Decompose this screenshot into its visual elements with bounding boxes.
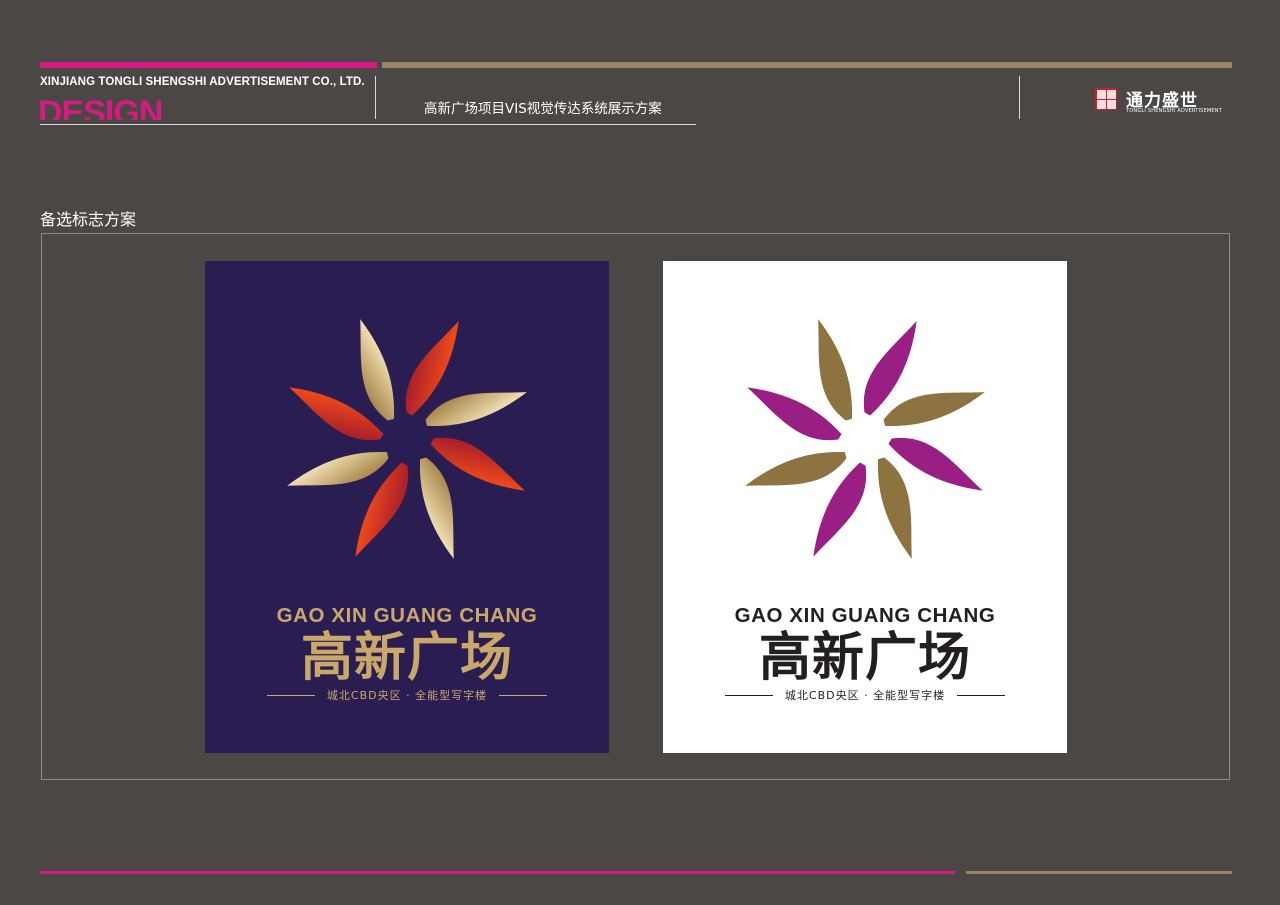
logo-tagline-row: 城北CBD央区 · 全能型写字楼	[725, 687, 1005, 703]
logo-pinyin: GAO XIN GUANG CHANG	[734, 604, 996, 627]
logo-pinyin: GAO XIN GUANG CHANG	[276, 604, 538, 627]
logo-tagline: 城北CBD央区 · 全能型写字楼	[784, 689, 946, 702]
logo-card-dark: GAO XIN GUANG CHANG 高新广场 城北CBD央区 · 全能型写字…	[205, 261, 609, 753]
logo-chinese-name: 高新广场	[758, 628, 971, 688]
design-wordmark: DESIGN	[38, 95, 198, 120]
section-title: 备选标志方案	[40, 210, 137, 229]
header-separator-right	[1019, 76, 1020, 119]
top-accent-bar-magenta	[40, 62, 377, 68]
seal-icon	[1095, 88, 1117, 110]
bottom-accent-bar-magenta	[40, 871, 955, 874]
logo-card-light: GAO XIN GUANG CHANG 高新广场 城北CBD央区 · 全能型写字…	[663, 261, 1067, 753]
company-name: XINJIANG TONGLI SHENGSHI ADVERTISEMENT C…	[40, 76, 365, 88]
project-title: 高新广场项目VIS视觉传达系统展示方案	[424, 101, 662, 117]
tagline-rule-right	[499, 694, 547, 696]
logo-tagline: 城北CBD央区 · 全能型写字楼	[326, 689, 488, 702]
logo-chinese-name: 高新广场	[300, 628, 513, 688]
bottom-accent-bar-gold	[966, 871, 1232, 874]
header-divider	[40, 124, 696, 125]
tagline-rule-left	[725, 694, 773, 696]
design-text: DESIGN	[38, 95, 163, 120]
tagline-rule-left	[267, 694, 315, 696]
header-separator-left	[375, 76, 376, 119]
logo-tagline-row: 城北CBD央区 · 全能型写字楼	[267, 687, 547, 703]
tagline-rule-right	[957, 694, 1005, 696]
top-accent-bar-gold	[382, 62, 1232, 68]
pinwheel-flower-icon	[287, 319, 527, 559]
brand-subtitle: TONGLI SHENGSHI ADVERTISEMENT	[1126, 108, 1222, 114]
pinwheel-flower-icon	[745, 319, 985, 559]
